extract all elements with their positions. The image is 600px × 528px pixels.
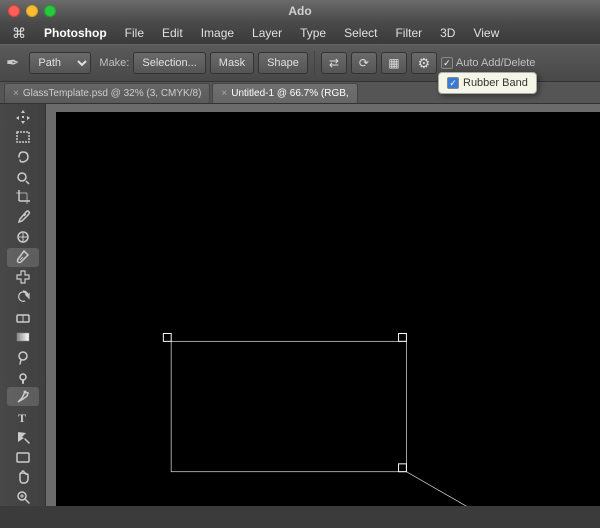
auto-add-delete-label: Auto Add/Delete	[441, 57, 536, 69]
canvas-area[interactable]	[46, 104, 600, 506]
rubber-band-checkbox[interactable]	[447, 77, 459, 89]
svg-text:T: T	[18, 411, 26, 425]
blur-tool[interactable]	[7, 347, 39, 366]
canvas[interactable]	[56, 112, 600, 506]
menu-edit[interactable]: Edit	[154, 24, 191, 42]
pen-tool[interactable]	[7, 387, 39, 406]
gradient-tool[interactable]	[7, 327, 39, 346]
menu-layer[interactable]: Layer	[244, 24, 290, 42]
gear-button[interactable]: ⚙	[411, 52, 437, 74]
maximize-button[interactable]	[44, 5, 56, 17]
menu-filter[interactable]: Filter	[387, 24, 430, 42]
menu-3d[interactable]: 3D	[432, 24, 463, 42]
minimize-button[interactable]	[26, 5, 38, 17]
move-tool[interactable]	[7, 108, 39, 127]
hand-tool[interactable]	[7, 467, 39, 486]
dodge-tool[interactable]	[7, 367, 39, 386]
menu-file[interactable]: File	[117, 24, 152, 42]
clone-stamp-tool[interactable]	[7, 268, 39, 287]
rubber-band-tooltip: Rubber Band	[438, 72, 537, 94]
selection-button[interactable]: Selection...	[133, 52, 205, 74]
menu-image[interactable]: Image	[193, 24, 242, 42]
path-type-select[interactable]: Path Shape Pixels	[29, 52, 91, 74]
eraser-tool[interactable]	[7, 308, 39, 327]
menu-select[interactable]: Select	[336, 24, 385, 42]
rectangle-tool[interactable]	[7, 447, 39, 466]
tab-glass-template[interactable]: × GlassTemplate.psd @ 32% (3, CMYK/8)	[4, 83, 210, 103]
transform-icon-btn[interactable]: ⇄	[321, 52, 347, 74]
left-toolbar: T	[0, 104, 46, 506]
menu-view[interactable]: View	[465, 24, 507, 42]
tab-untitled[interactable]: × Untitled-1 @ 66.7% (RGB,	[212, 83, 357, 103]
eyedropper-tool[interactable]	[7, 208, 39, 227]
warp-icon-btn[interactable]: ⟳	[351, 52, 377, 74]
separator-1	[314, 51, 315, 75]
lasso-tool[interactable]	[7, 148, 39, 167]
quick-select-tool[interactable]	[7, 168, 39, 187]
titlebar: Ado	[0, 0, 600, 22]
history-brush-tool[interactable]	[7, 288, 39, 307]
tab-close-glass[interactable]: ×	[13, 88, 19, 99]
close-button[interactable]	[8, 5, 20, 17]
window-controls	[0, 5, 56, 17]
main-area: T	[0, 104, 600, 506]
layers-icon-btn[interactable]: ▦	[381, 52, 407, 74]
app-name-menu[interactable]: Photoshop	[36, 24, 115, 42]
apple-menu[interactable]: ⌘	[4, 25, 34, 42]
mask-button[interactable]: Mask	[210, 52, 254, 74]
rubber-band-label: Rubber Band	[463, 77, 528, 89]
path-selection-tool[interactable]	[7, 427, 39, 446]
menubar: ⌘ Photoshop File Edit Image Layer Type S…	[0, 22, 600, 44]
rectangular-marquee-tool[interactable]	[7, 128, 39, 147]
app-title: Ado	[288, 4, 311, 18]
shape-button[interactable]: Shape	[258, 52, 308, 74]
path-drawing	[56, 112, 600, 506]
zoom-tool[interactable]	[7, 487, 39, 506]
tab-close-untitled[interactable]: ×	[221, 88, 227, 99]
menu-type[interactable]: Type	[292, 24, 334, 42]
text-tool[interactable]: T	[7, 407, 39, 426]
auto-add-delete-checkbox[interactable]	[441, 57, 453, 69]
make-label: Make:	[99, 57, 129, 69]
healing-brush-tool[interactable]	[7, 228, 39, 247]
brush-tool[interactable]	[7, 248, 39, 267]
pen-tool-icon: ✒	[6, 53, 19, 73]
tab-label-untitled: Untitled-1 @ 66.7% (RGB,	[231, 88, 348, 99]
crop-tool[interactable]	[7, 188, 39, 207]
tab-label-glass: GlassTemplate.psd @ 32% (3, CMYK/8)	[23, 88, 202, 99]
